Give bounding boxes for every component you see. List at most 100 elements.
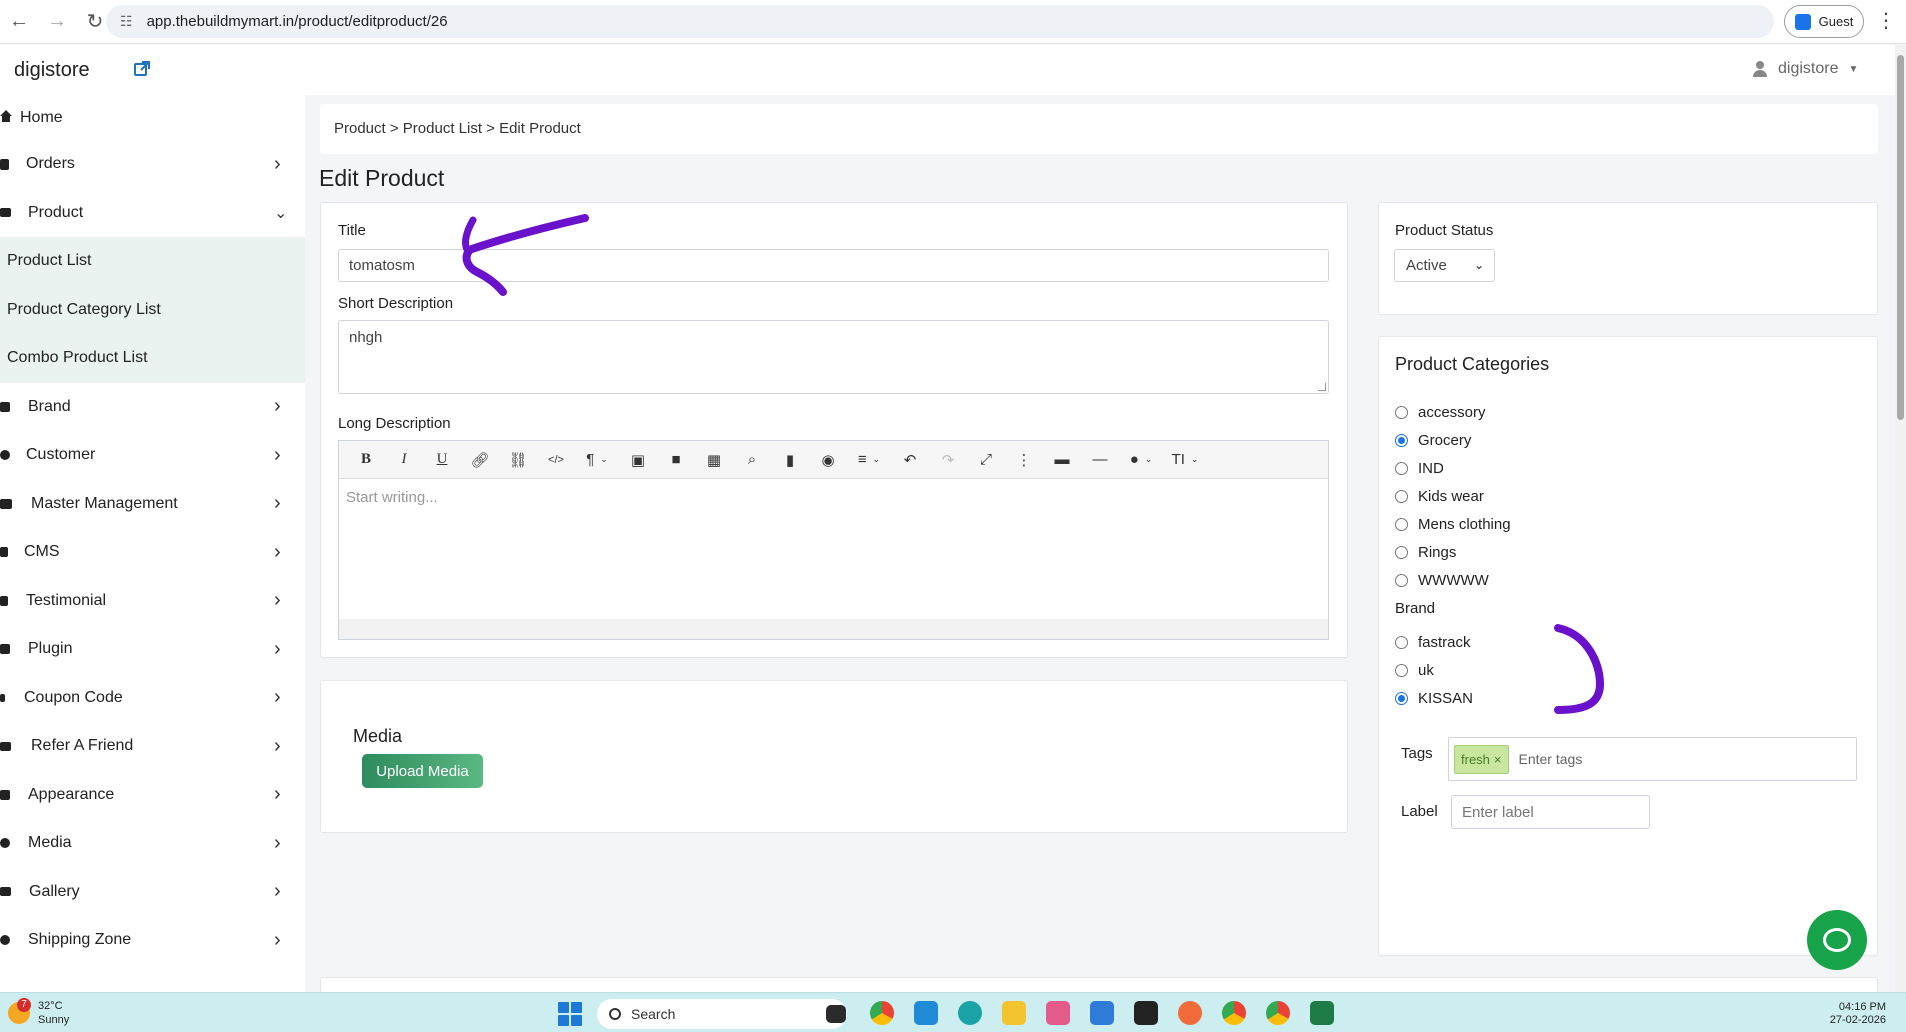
code-view-icon[interactable]: </> (537, 445, 575, 475)
sidebar-item-plugin[interactable]: Plugin › (0, 625, 305, 674)
chrome-profile-icon[interactable] (1222, 1001, 1246, 1025)
color-drop-icon[interactable]: ● ⌄ (1119, 445, 1163, 475)
app-dark-icon[interactable] (1134, 1001, 1158, 1025)
category-option[interactable]: Grocery (1395, 430, 1471, 450)
font-size-icon[interactable]: TI ⌄ (1163, 445, 1207, 475)
chevron-right-icon: › (274, 928, 281, 951)
user-menu[interactable]: digistore ▼ (1752, 60, 1858, 78)
postman-icon[interactable] (1178, 1001, 1202, 1025)
italic-icon[interactable]: I (385, 445, 423, 475)
paint-format-icon[interactable]: ▬ (1043, 445, 1081, 475)
radio-button-checked[interactable] (1395, 691, 1408, 705)
resize-handle[interactable] (1318, 383, 1326, 391)
radio-button[interactable] (1395, 635, 1408, 649)
breadcrumb-text[interactable]: Product > Product List > Edit Product (334, 120, 581, 137)
taskbar-search[interactable]: Search (597, 999, 847, 1029)
sidebar-item-customer[interactable]: Customer › (0, 431, 305, 480)
sidebar-item-master-management[interactable]: Master Management › (0, 480, 305, 529)
sidebar-item-shipping-zone[interactable]: Shipping Zone › (0, 916, 305, 965)
edge-icon[interactable] (958, 1001, 982, 1025)
chrome-icon[interactable] (870, 1001, 894, 1025)
label-input[interactable]: Enter label (1451, 795, 1650, 829)
brand-option[interactable]: KISSAN (1395, 688, 1473, 708)
radio-button-checked[interactable] (1395, 433, 1408, 447)
link-icon[interactable]: 🔗︎ (461, 445, 499, 475)
page-scrollbar[interactable] (1895, 45, 1906, 992)
align-icon[interactable]: ≡ ⌄ (847, 445, 891, 475)
chat-widget-button[interactable] (1807, 910, 1867, 970)
sidebar-item-refer-a-friend[interactable]: Refer A Friend › (0, 722, 305, 771)
site-settings-icon[interactable]: ☷ (120, 13, 133, 30)
radio-button[interactable] (1395, 663, 1408, 677)
radio-button[interactable] (1395, 573, 1408, 587)
search-replace-icon[interactable]: ⌕ (733, 445, 771, 475)
browser-menu-icon[interactable]: ⋮ (1876, 8, 1896, 33)
sidebar-item-product[interactable]: Product ⌄ (0, 189, 305, 238)
chrome-profile-2-icon[interactable] (1266, 1001, 1290, 1025)
redo-icon[interactable]: ↷ (929, 445, 967, 475)
notepad-icon[interactable] (1090, 1001, 1114, 1025)
scrollbar-thumb[interactable] (1897, 55, 1904, 420)
product-status-select[interactable]: Active ⌄ (1394, 249, 1495, 282)
long-description-label: Long Description (338, 415, 451, 432)
annotation-arrow-mark (462, 214, 589, 296)
sidebar-item-gallery[interactable]: Gallery › (0, 868, 305, 917)
radio-button[interactable] (1395, 517, 1408, 531)
paragraph-icon[interactable]: ¶ ⌄ (575, 445, 619, 475)
snipping-tool-icon[interactable] (1046, 1001, 1070, 1025)
editor-content-area[interactable]: Start writing... (346, 489, 438, 506)
sidebar-item-coupon-code[interactable]: Coupon Code › (0, 674, 305, 723)
bold-icon[interactable]: B (347, 445, 385, 475)
guest-profile-button[interactable]: Guest (1784, 5, 1864, 38)
sidebar-item-orders[interactable]: Orders › (0, 140, 305, 189)
radio-button[interactable] (1395, 489, 1408, 503)
radio-button[interactable] (1395, 461, 1408, 475)
file-icon[interactable]: ▮ (771, 445, 809, 475)
sidebar-item-product-list[interactable]: Product List (0, 237, 305, 286)
sidebar-item-testimonial[interactable]: Testimonial › (0, 577, 305, 626)
system-clock[interactable]: 04:16 PM 27-02-2026 (1820, 1001, 1886, 1027)
sidebar-item-appearance[interactable]: Appearance › (0, 771, 305, 820)
sidebar-item-home[interactable]: Home (0, 95, 305, 140)
excel-icon[interactable] (1310, 1001, 1334, 1025)
category-option[interactable]: Rings (1395, 542, 1456, 562)
fullscreen-icon[interactable]: ⤢ (967, 445, 1005, 475)
radio-button[interactable] (1395, 545, 1408, 559)
short-description-textarea[interactable]: nhgh (338, 320, 1329, 394)
unlink-icon[interactable]: ⛓︎ (499, 445, 537, 475)
preview-eye-icon[interactable]: ◉ (809, 445, 847, 475)
category-option[interactable]: Mens clothing (1395, 514, 1511, 534)
forward-icon[interactable]: → (38, 3, 76, 41)
table-icon[interactable]: ▦ (695, 445, 733, 475)
remove-tag-icon[interactable]: × (1494, 752, 1502, 767)
external-link-icon[interactable] (133, 60, 151, 78)
weather-widget[interactable]: 7 32°C Sunny (8, 998, 69, 1027)
brand-option[interactable]: uk (1395, 660, 1434, 680)
sidebar-item-product-category-list[interactable]: Product Category List (0, 286, 305, 335)
image-icon[interactable]: ▣ (619, 445, 657, 475)
radio-button[interactable] (1395, 405, 1408, 419)
tags-input[interactable]: fresh × Enter tags (1448, 737, 1857, 781)
video-icon[interactable]: ■ (657, 445, 695, 475)
horizontal-rule-icon[interactable]: — (1081, 445, 1119, 475)
sidebar-item-brand[interactable]: Brand › (0, 383, 305, 432)
category-option[interactable]: accessory (1395, 402, 1486, 422)
sidebar-item-media[interactable]: Media › (0, 819, 305, 868)
undo-icon[interactable]: ↶ (891, 445, 929, 475)
windows-start-icon[interactable] (558, 1002, 582, 1026)
more-options-icon[interactable]: ⋮ (1005, 445, 1043, 475)
underline-icon[interactable]: U (423, 445, 461, 475)
category-option[interactable]: Kids wear (1395, 486, 1484, 506)
vscode-icon[interactable] (914, 1001, 938, 1025)
sidebar-item-combo-product-list[interactable]: Combo Product List (0, 334, 305, 383)
category-label: Rings (1418, 543, 1457, 561)
category-option[interactable]: IND (1395, 458, 1444, 478)
upload-media-button[interactable]: Upload Media (362, 754, 483, 788)
category-option[interactable]: WWWWW (1395, 570, 1489, 590)
address-bar[interactable]: ☷ app.thebuildmymart.in/product/editprod… (106, 5, 1774, 38)
back-icon[interactable]: ← (0, 3, 38, 41)
task-view-icon[interactable] (826, 1005, 846, 1023)
file-explorer-icon[interactable] (1002, 1001, 1026, 1025)
sidebar-item-cms[interactable]: CMS › (0, 528, 305, 577)
brand-option[interactable]: fastrack (1395, 632, 1471, 652)
